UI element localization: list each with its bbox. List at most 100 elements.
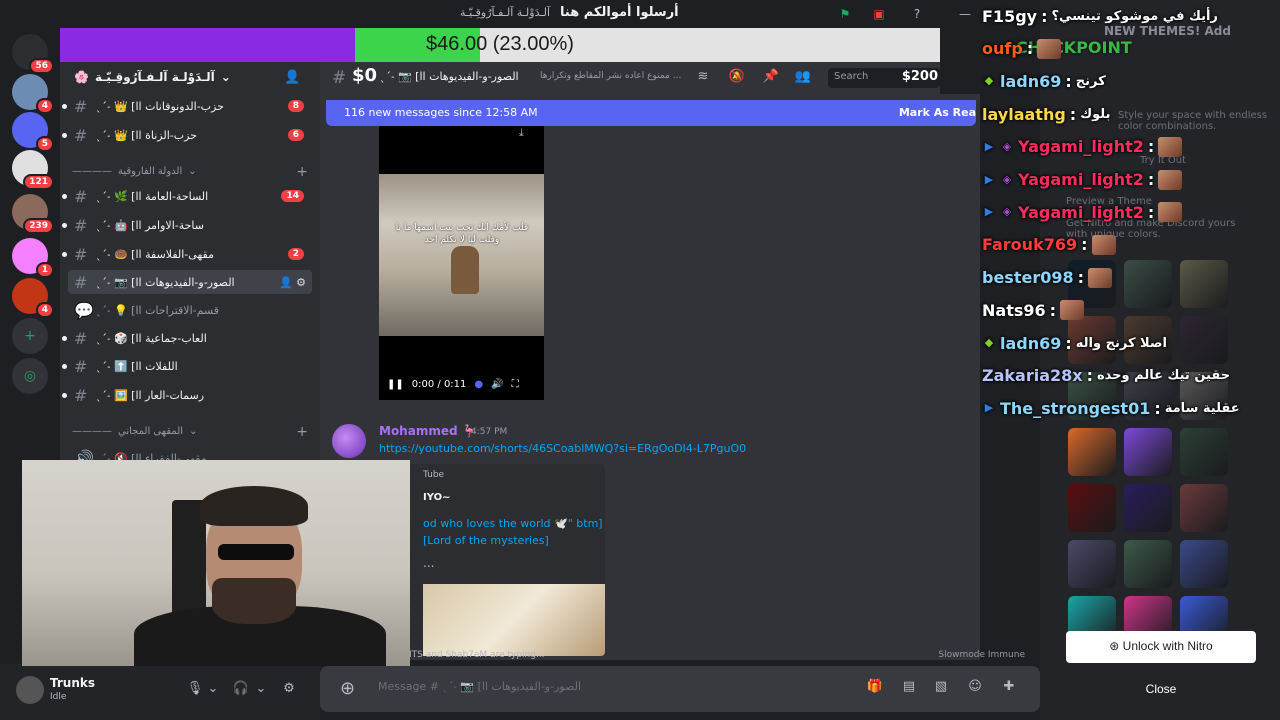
- chat-separator: :: [1065, 71, 1072, 91]
- server-icon-discord-server[interactable]: 5: [12, 112, 54, 152]
- message-composer[interactable]: ⊕ Message # ˎˊ˗ 📷 [الصور-و-الفيديوهات اا…: [320, 666, 1040, 712]
- forum-icon: 💬: [74, 300, 94, 320]
- emoji-icon[interactable]: ☺: [966, 679, 984, 697]
- hash-icon: #: [74, 385, 88, 405]
- theme-swatch[interactable]: [1124, 484, 1172, 532]
- minimize-icon[interactable]: —: [956, 5, 974, 23]
- fullscreen-icon[interactable]: ⛶: [512, 379, 519, 390]
- channel-item[interactable]: 💬 ˎˊ˗ 💡 [قسم-الاقتراحات اا: [68, 298, 312, 322]
- channel-settings-icon[interactable]: 👤 ⚙: [279, 276, 306, 289]
- gift-icon[interactable]: 🎁: [866, 679, 884, 697]
- channel-item[interactable]: # ˎˊ˗ ⬆️ [اللفلات اا: [62, 354, 312, 378]
- microphone-icon[interactable]: 🎙: [186, 681, 204, 699]
- search-input[interactable]: Search $200: [828, 68, 940, 88]
- theme-swatch[interactable]: [1068, 428, 1116, 476]
- download-icon[interactable]: ⤓: [519, 126, 524, 140]
- channel-item[interactable]: # ˎˊ˗ 🍩 [مقهى-الفلاسفة اا 2: [62, 242, 312, 266]
- emote-icon: [1037, 38, 1062, 59]
- server-icon-discord-home[interactable]: 56: [12, 34, 54, 74]
- add-channel-icon[interactable]: +: [296, 164, 308, 180]
- hash-icon: #: [74, 356, 88, 376]
- invite-icon[interactable]: 👤: [284, 70, 300, 85]
- channel-label: ˎˊ˗ 🖼️ [رسمات-العار اا: [96, 388, 205, 402]
- discover-icon[interactable]: ◎: [12, 358, 48, 394]
- server-icon-server-person[interactable]: 239: [12, 194, 54, 234]
- channel-item[interactable]: # ˎˊ˗ 👑 [حزب-الدونوفانات اا 8: [62, 94, 312, 118]
- help-icon[interactable]: ?: [908, 5, 926, 23]
- goal-amount: $0: [352, 65, 378, 86]
- user-avatar[interactable]: [16, 676, 44, 704]
- chat-separator: :: [1086, 366, 1093, 386]
- embed-thumbnail[interactable]: [423, 584, 605, 656]
- add-attachment-icon[interactable]: ⊕: [340, 678, 355, 699]
- channel-item[interactable]: # ˎˊ˗ 📷 [الصور-و-الفيديوهات اا 👤 ⚙: [68, 270, 312, 294]
- theme-swatch[interactable]: [1180, 540, 1228, 588]
- new-messages-bar[interactable]: 116 new messages since 12:58 AM Mark As …: [326, 100, 976, 126]
- add-channel-icon[interactable]: +: [296, 424, 308, 440]
- emote-icon: [1158, 202, 1183, 223]
- apps-icon[interactable]: ✚: [1000, 679, 1018, 697]
- chat-separator: :: [1041, 6, 1048, 26]
- mute-bell-icon[interactable]: 🔕: [728, 69, 746, 87]
- channel-item[interactable]: # ˎˊ˗ 🎲 [العاب-جماعية اا: [62, 326, 312, 350]
- emote-icon: [1060, 300, 1085, 321]
- volume-icon[interactable]: 🔊: [491, 379, 503, 390]
- theme-swatch[interactable]: [1124, 540, 1172, 588]
- chevron-down-icon[interactable]: ⌄: [252, 681, 270, 699]
- theme-swatch[interactable]: [1180, 428, 1228, 476]
- progress-dot[interactable]: ●: [474, 379, 483, 390]
- category-header[interactable]: ———— المقهى المجاني ⌄ +: [72, 424, 308, 440]
- pause-icon[interactable]: ❚❚: [387, 379, 404, 390]
- settings-gear-icon[interactable]: ⚙: [280, 681, 298, 699]
- channel-label: ˎˊ˗ 🤖 [ساحة-الاوامر اا: [96, 218, 204, 232]
- window-title-text: أرسلوا أموالكم هنا: [560, 5, 679, 20]
- chat-username: Nats96: [982, 300, 1046, 320]
- server-icon-dm-avatar[interactable]: 4: [12, 74, 54, 114]
- message-input[interactable]: Message # ˎˊ˗ 📷 [الصور-و-الفيديوهات اا: [378, 680, 581, 693]
- theme-swatch[interactable]: [1068, 540, 1116, 588]
- progress-amount-text: $46.00 (23.00%): [426, 33, 574, 55]
- category-header[interactable]: ———— الدولة الفاروقية ⌄ +: [72, 164, 308, 180]
- channel-item[interactable]: # ˎˊ˗ 👑 [حزب-الزناة اا 6: [62, 123, 312, 147]
- channel-item[interactable]: # ˎˊ˗ 🤖 [ساحة-الاوامر اا: [62, 213, 312, 237]
- embed-provider: Tube: [423, 470, 445, 480]
- server-name-header[interactable]: 🌸 آلـدَوْلـة آلـفـآرُوقِـيّـة ⌄: [74, 70, 231, 84]
- threads-icon[interactable]: ≋: [694, 69, 712, 87]
- embed-author[interactable]: IYO~: [423, 492, 451, 503]
- screen-share-icon[interactable]: ▣: [870, 5, 888, 23]
- channel-item[interactable]: # ˎˊ˗ 🖼️ [رسمات-العار اا: [62, 383, 312, 407]
- server-icon-server-pink[interactable]: 1: [12, 238, 54, 278]
- avatar[interactable]: [332, 424, 366, 458]
- mark-as-read-button[interactable]: Mark As Rea: [899, 106, 976, 119]
- slowmode-label: Slowmode Immune: [938, 650, 1025, 660]
- pin-icon[interactable]: 📌: [762, 69, 780, 87]
- unlock-nitro-button[interactable]: ⊛ Unlock with Nitro: [1066, 631, 1256, 663]
- theme-swatch[interactable]: [1068, 484, 1116, 532]
- user-name[interactable]: Trunks: [50, 676, 95, 690]
- channel-topic[interactable]: ممنوع اعاده نشر المقاطع وتكرارها ...: [540, 71, 681, 81]
- headphones-icon[interactable]: 🎧: [232, 681, 250, 699]
- chat-message: كرنج: [1075, 73, 1106, 89]
- members-icon[interactable]: 👥: [794, 69, 812, 87]
- server-badge: 4: [35, 98, 54, 114]
- server-icon-server-orange[interactable]: 4: [12, 278, 54, 318]
- unread-dot: [62, 193, 67, 199]
- search-amount-overlay: $200: [901, 69, 938, 84]
- chat-username: Yagami_light2: [1018, 170, 1144, 189]
- flag-icon[interactable]: ⚑: [836, 5, 854, 23]
- message-link[interactable]: https://youtube.com/shorts/46SCoablMWQ?s…: [379, 442, 746, 455]
- gif-icon[interactable]: ▤: [900, 679, 918, 697]
- server-icon-server-red[interactable]: 121: [12, 150, 54, 190]
- message-author[interactable]: Mohammed 🦩: [379, 424, 477, 438]
- chat-separator: :: [1069, 104, 1077, 124]
- close-button[interactable]: Close: [1066, 676, 1256, 704]
- server-badge: 121: [23, 174, 54, 190]
- theme-swatch[interactable]: [1124, 428, 1172, 476]
- chevron-down-icon[interactable]: ⌄: [204, 681, 222, 699]
- theme-swatch[interactable]: [1180, 484, 1228, 532]
- video-player[interactable]: ⤓ قلت لأمك انك تحب بنت اسمها ما يا وقلب …: [379, 126, 544, 400]
- channel-item[interactable]: # ˎˊ˗ 🌿 [الساحة-العامة اا 14: [62, 184, 312, 208]
- sticker-icon[interactable]: ▧: [932, 679, 950, 697]
- embed-title[interactable]: od who loves the world 🕊️" btm] [Lord of…: [423, 516, 603, 549]
- add-server-icon[interactable]: +: [12, 318, 48, 354]
